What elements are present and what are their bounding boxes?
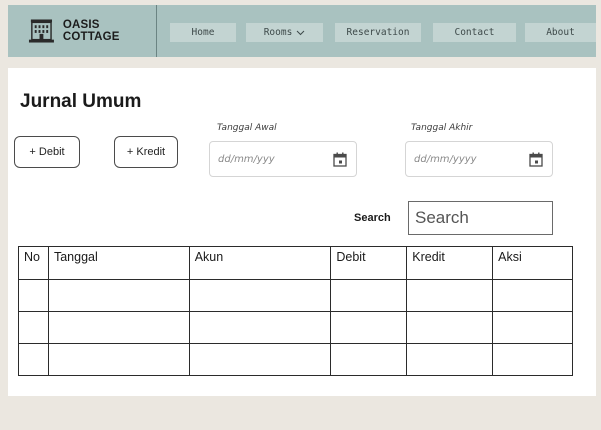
nav-contact[interactable]: Contact [433,23,516,42]
col-header-aksi: Aksi [492,246,573,280]
nav-rooms-label: Rooms [263,27,293,38]
top-navbar: OASIS COTTAGE Home Rooms Reservation Con… [8,5,596,57]
table-cell [406,279,494,312]
col-header-akun: Akun [188,246,332,280]
table-cell [47,279,190,312]
start-date-label: Tanggal Awal [217,123,277,133]
nav-reservation[interactable]: Reservation [335,23,421,42]
col-header-no: No [18,246,49,280]
table-cell [492,279,573,312]
table-cell [406,343,494,376]
nav-reservation-label: Reservation [346,27,410,38]
brand[interactable]: OASIS COTTAGE [8,5,157,57]
table-cell [188,279,332,312]
nav-about-label: About [546,27,575,38]
table-cell [330,279,408,312]
table-cell [330,343,408,376]
nav-home-label: Home [191,27,215,38]
table-cell [18,343,49,376]
table-cell [188,311,332,344]
table-cell [47,343,190,376]
table-row [18,311,573,344]
journal-table: No Tanggal Akun Debit Kredit Aksi [18,246,573,376]
calendar-icon[interactable] [529,152,543,167]
journal-card: Jurnal Umum + Debit + Kredit Tanggal Awa… [8,68,596,396]
brand-name: OASIS COTTAGE [62,19,120,43]
nav-rooms[interactable]: Rooms [246,23,323,42]
col-header-debit: Debit [330,246,408,280]
table-cell [492,343,573,376]
table-cell [406,311,494,344]
nav-contact-label: Contact [454,27,495,38]
table-cell [492,311,573,344]
start-date-placeholder: dd/mm/yyy [218,153,275,165]
table-cell [18,311,49,344]
table-header-row: No Tanggal Akun Debit Kredit Aksi [18,246,573,280]
table-row [18,343,573,376]
chevron-down-icon [296,30,305,35]
search-input[interactable] [408,201,553,235]
nav-about[interactable]: About [525,23,596,42]
table-cell [18,279,49,312]
table-cell [188,343,332,376]
page-title: Jurnal Umum [20,91,142,112]
end-date-input[interactable]: dd/mm/yyyy [405,141,553,177]
add-kredit-button[interactable]: + Kredit [114,136,178,168]
search-label: Search [354,212,391,224]
nav-home[interactable]: Home [170,23,236,42]
table-cell [47,311,190,344]
start-date-input[interactable]: dd/mm/yyy [209,141,357,177]
end-date-placeholder: dd/mm/yyyy [414,153,477,165]
add-debit-button[interactable]: + Debit [14,136,80,168]
building-icon [28,19,54,43]
table-cell [330,311,408,344]
col-header-tanggal: Tanggal [47,246,190,280]
calendar-icon[interactable] [333,152,347,167]
end-date-label: Tanggal Akhir [411,123,473,133]
table-row [18,279,573,312]
col-header-kredit: Kredit [406,246,494,280]
